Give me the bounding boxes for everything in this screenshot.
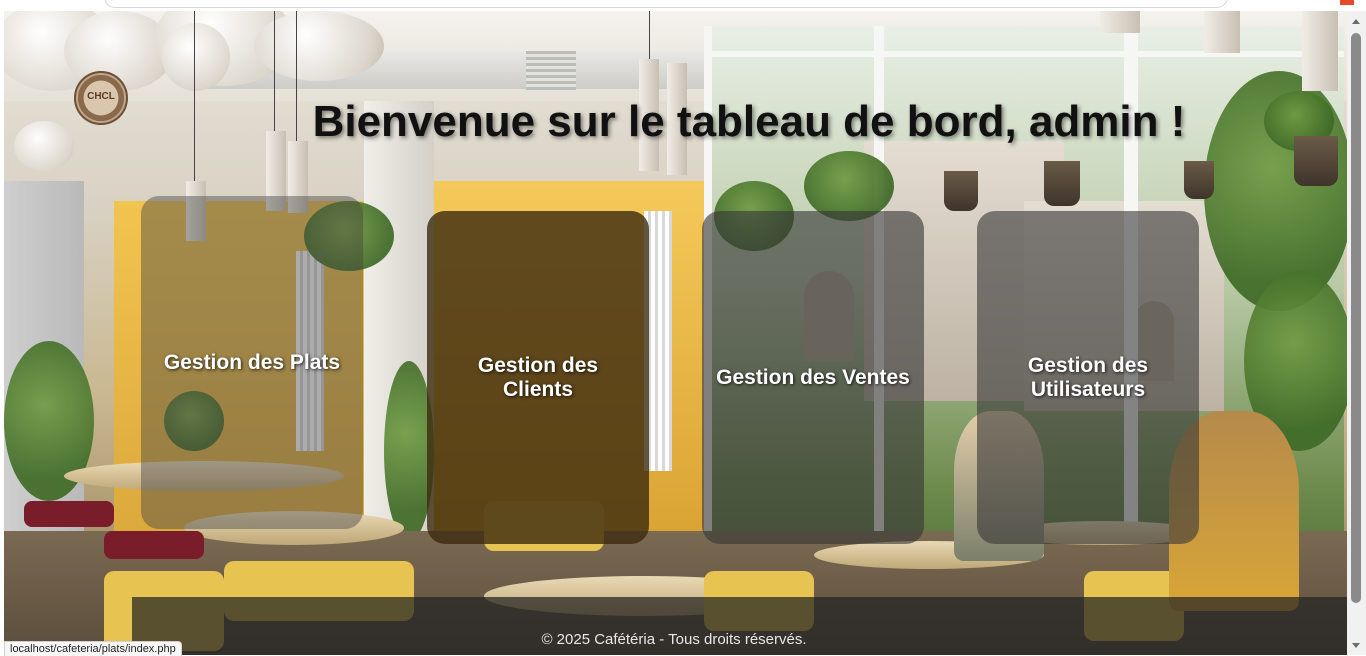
card-gestion-ventes[interactable]: Gestion des Ventes xyxy=(702,211,924,544)
card-label: Gestion des Ventes xyxy=(716,365,910,389)
scrollbar-thumb[interactable] xyxy=(1351,33,1361,603)
browser-flag-icon xyxy=(1340,0,1354,5)
page-viewport: CHCL Bienvenue sur le tableau de bord, a… xyxy=(4,11,1347,655)
card-gestion-clients[interactable]: Gestion des Clients xyxy=(427,211,649,544)
footer-copyright: © 2025 Cafétéria - Tous droits réservés. xyxy=(541,631,807,648)
vertical-scrollbar[interactable] xyxy=(1347,11,1366,655)
page-footer: © 2025 Cafétéria - Tous droits réservés. xyxy=(132,597,1347,655)
card-label: Gestion des Utilisateurs xyxy=(1027,353,1149,401)
scroll-up-arrow-icon[interactable] xyxy=(1352,19,1360,24)
scroll-down-arrow-icon[interactable] xyxy=(1352,643,1360,648)
status-bar-url: localhost/cafeteria/plats/index.php xyxy=(4,641,182,656)
card-gestion-plats[interactable]: Gestion des Plats xyxy=(141,196,363,529)
card-gestion-utilisateurs[interactable]: Gestion des Utilisateurs xyxy=(977,211,1199,544)
card-label: Gestion des Plats xyxy=(163,350,341,374)
address-bar-edge[interactable] xyxy=(104,0,1228,8)
card-label: Gestion des Clients xyxy=(477,353,599,401)
browser-top-strip xyxy=(0,0,1366,11)
page-title: Bienvenue sur le tableau de bord, admin … xyxy=(312,97,1186,146)
